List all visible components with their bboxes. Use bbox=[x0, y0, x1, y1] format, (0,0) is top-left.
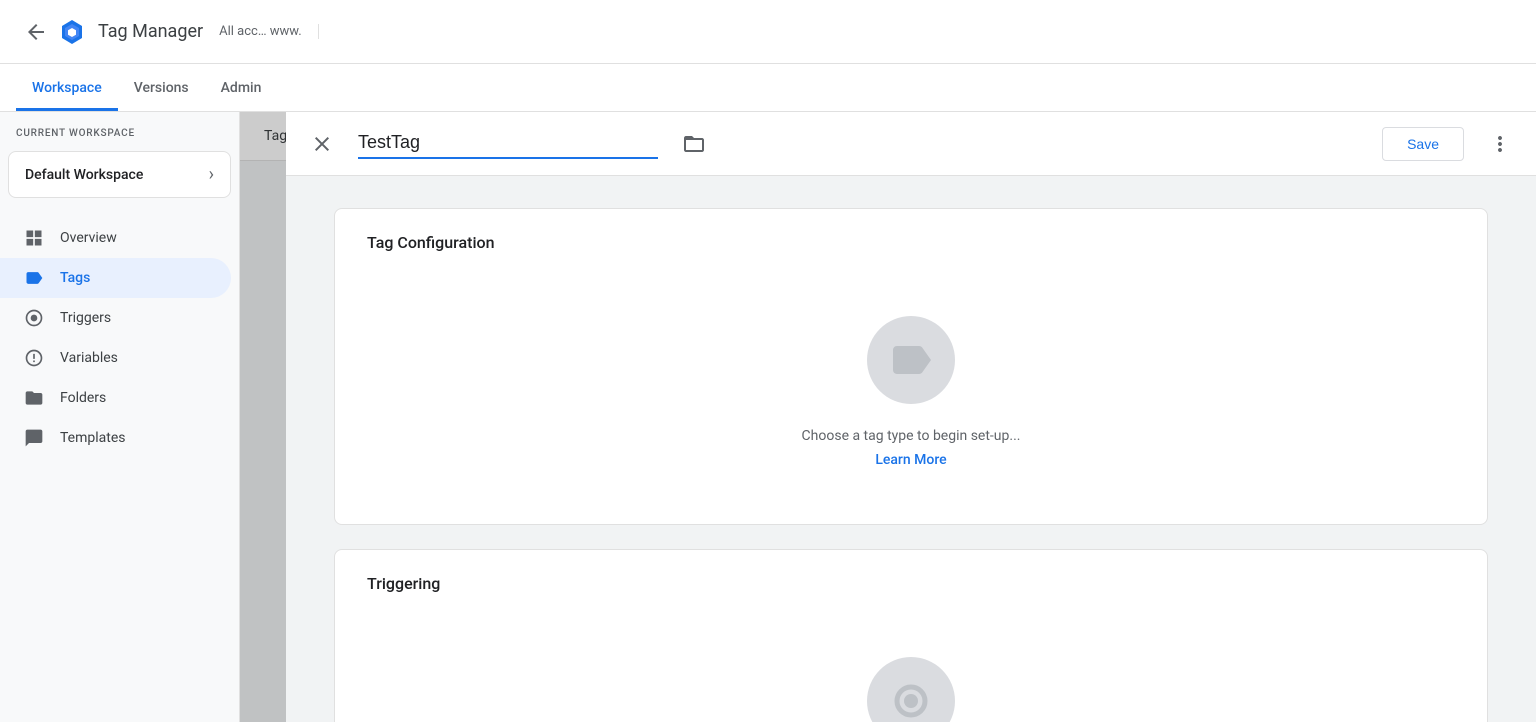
app-name: Tag Manager bbox=[98, 21, 203, 42]
back-button[interactable] bbox=[16, 12, 56, 52]
tag-configuration-card: Tag Configuration Choose a tag type to b… bbox=[334, 208, 1488, 525]
main-content: Tags Save bbox=[240, 112, 1536, 722]
tab-admin[interactable]: Admin bbox=[205, 68, 278, 111]
workspace-selector[interactable]: Default Workspace › bbox=[8, 151, 231, 198]
sidebar: Current Workspace Default Workspace › Ov… bbox=[0, 112, 240, 722]
tags-icon bbox=[24, 268, 44, 288]
sidebar-item-overview[interactable]: Overview bbox=[0, 218, 231, 258]
variables-icon bbox=[24, 348, 44, 368]
triggers-icon bbox=[24, 308, 44, 328]
triggering-content: Choose a trigger to make this tag fire..… bbox=[367, 625, 1455, 722]
tag-config-placeholder: Choose a tag type to begin set-up... bbox=[802, 428, 1021, 444]
sidebar-item-templates-label: Templates bbox=[60, 430, 126, 446]
tab-versions[interactable]: Versions bbox=[118, 68, 205, 111]
tag-configuration-content: Choose a tag type to begin set-up... Lea… bbox=[367, 284, 1455, 500]
workspace-name: Default Workspace bbox=[25, 167, 143, 183]
sidebar-nav: Overview Tags Triggers bbox=[0, 210, 239, 466]
sidebar-item-folders-label: Folders bbox=[60, 390, 106, 406]
modal-panel: Save Tag Configuration Choose a tag bbox=[286, 112, 1536, 722]
modal-body: Tag Configuration Choose a tag type to b… bbox=[286, 176, 1536, 722]
templates-icon bbox=[24, 428, 44, 448]
triggering-icon-circle[interactable] bbox=[867, 657, 955, 722]
sidebar-item-variables[interactable]: Variables bbox=[0, 338, 231, 378]
tag-config-learn-more[interactable]: Learn More bbox=[875, 452, 946, 468]
sidebar-item-overview-label: Overview bbox=[60, 230, 117, 246]
triggering-title: Triggering bbox=[367, 574, 440, 593]
more-options-button[interactable] bbox=[1480, 124, 1520, 164]
triggering-card: Triggering Choose a trigger to make this… bbox=[334, 549, 1488, 722]
save-button[interactable]: Save bbox=[1382, 127, 1464, 161]
sidebar-item-triggers-label: Triggers bbox=[60, 310, 111, 326]
move-to-folder-button[interactable] bbox=[674, 124, 714, 164]
folders-icon bbox=[24, 388, 44, 408]
chevron-right-icon: › bbox=[209, 164, 214, 185]
sidebar-item-tags-label: Tags bbox=[60, 270, 90, 286]
modal-header: Save bbox=[286, 112, 1536, 176]
sidebar-item-triggers[interactable]: Triggers bbox=[0, 298, 231, 338]
modal-close-button[interactable] bbox=[302, 124, 342, 164]
tag-config-icon-circle[interactable] bbox=[867, 316, 955, 404]
topbar: Tag Manager All acc… www. bbox=[0, 0, 1536, 64]
tag-configuration-title: Tag Configuration bbox=[367, 233, 495, 252]
overview-icon bbox=[24, 228, 44, 248]
app-logo: Tag Manager bbox=[56, 16, 203, 48]
sidebar-item-variables-label: Variables bbox=[60, 350, 118, 366]
tag-manager-logo-icon bbox=[56, 16, 88, 48]
sidebar-item-templates[interactable]: Templates bbox=[0, 418, 231, 458]
account-info: All acc… www. bbox=[219, 24, 319, 39]
current-workspace-label: Current Workspace bbox=[16, 128, 223, 139]
tab-workspace[interactable]: Workspace bbox=[16, 68, 118, 111]
sidebar-item-tags[interactable]: Tags bbox=[0, 258, 231, 298]
tabs-bar: Workspace Versions Admin bbox=[0, 64, 1536, 112]
sidebar-item-folders[interactable]: Folders bbox=[0, 378, 231, 418]
tag-name-input[interactable] bbox=[358, 128, 658, 159]
